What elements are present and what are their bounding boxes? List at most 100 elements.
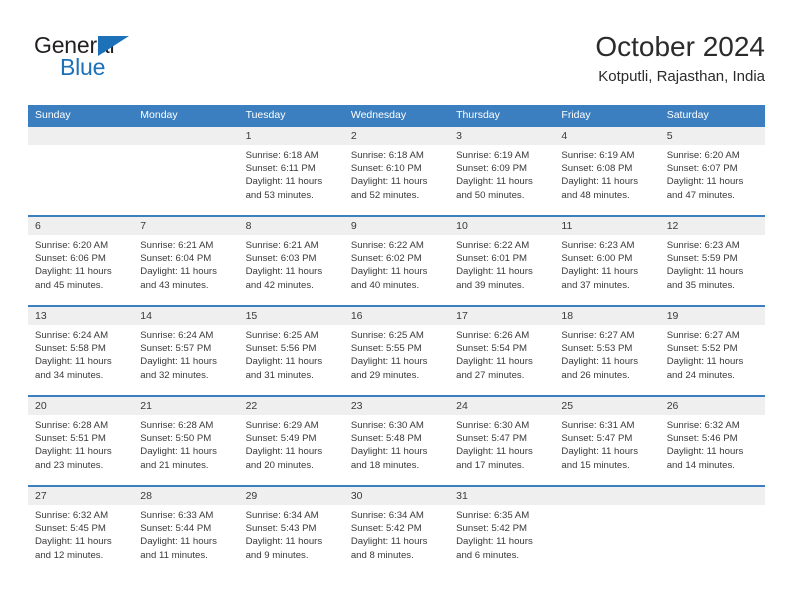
day-number[interactable]: 18 xyxy=(554,307,659,325)
day-cell[interactable]: Sunrise: 6:23 AM Sunset: 6:00 PM Dayligh… xyxy=(554,235,659,305)
day-number[interactable]: 7 xyxy=(133,217,238,235)
day-number[interactable] xyxy=(554,487,659,505)
day-cell[interactable]: Sunrise: 6:30 AM Sunset: 5:48 PM Dayligh… xyxy=(344,415,449,485)
sunrise-text: Sunrise: 6:29 AM xyxy=(245,420,319,431)
day-cell[interactable]: Sunrise: 6:33 AM Sunset: 5:44 PM Dayligh… xyxy=(133,505,238,575)
day-number[interactable] xyxy=(660,487,765,505)
day-number[interactable]: 31 xyxy=(449,487,554,505)
sunrise-text: Sunrise: 6:32 AM xyxy=(666,420,740,431)
sunset-text: Sunset: 6:07 PM xyxy=(666,163,738,175)
day-cell[interactable]: Sunrise: 6:20 AM Sunset: 6:06 PM Dayligh… xyxy=(28,235,133,305)
day-number[interactable]: 5 xyxy=(660,127,765,145)
day-number[interactable]: 22 xyxy=(239,397,344,415)
week-info-row: Sunrise: 6:32 AM Sunset: 5:45 PM Dayligh… xyxy=(28,505,765,575)
day-number[interactable]: 11 xyxy=(554,217,659,235)
day-number[interactable]: 21 xyxy=(133,397,238,415)
sunset-text: Sunset: 5:42 PM xyxy=(350,523,422,535)
day-number[interactable]: 20 xyxy=(28,397,133,415)
day-number[interactable]: 27 xyxy=(28,487,133,505)
day-cell[interactable]: Sunrise: 6:21 AM Sunset: 6:04 PM Dayligh… xyxy=(133,235,238,305)
day-cell[interactable]: Sunrise: 6:34 AM Sunset: 5:42 PM Dayligh… xyxy=(344,505,449,575)
week-daynumber-row: 6 7 8 9 10 11 12 xyxy=(28,217,765,235)
sunset-text: Sunset: 6:11 PM xyxy=(245,163,316,175)
day-number[interactable]: 15 xyxy=(239,307,344,325)
day-cell[interactable]: Sunrise: 6:25 AM Sunset: 5:56 PM Dayligh… xyxy=(239,325,344,395)
week-daynumber-row: 27 28 29 30 31 xyxy=(28,487,765,505)
day-cell[interactable]: Sunrise: 6:19 AM Sunset: 6:08 PM Dayligh… xyxy=(554,145,659,215)
day-number[interactable]: 26 xyxy=(660,397,765,415)
day-cell[interactable]: Sunrise: 6:24 AM Sunset: 5:57 PM Dayligh… xyxy=(133,325,238,395)
day-cell[interactable]: Sunrise: 6:21 AM Sunset: 6:03 PM Dayligh… xyxy=(239,235,344,305)
sunset-text: Sunset: 6:06 PM xyxy=(35,253,106,265)
day-cell[interactable]: Sunrise: 6:25 AM Sunset: 5:55 PM Dayligh… xyxy=(344,325,449,395)
sunrise-text: Sunrise: 6:18 AM xyxy=(245,150,319,161)
day-cell[interactable] xyxy=(28,145,133,215)
day-number[interactable]: 2 xyxy=(344,127,449,145)
day-number[interactable]: 13 xyxy=(28,307,133,325)
weekday-thursday: Thursday xyxy=(456,109,500,121)
day-number[interactable]: 19 xyxy=(660,307,765,325)
day-cell[interactable]: Sunrise: 6:23 AM Sunset: 5:59 PM Dayligh… xyxy=(660,235,765,305)
day-number[interactable]: 9 xyxy=(344,217,449,235)
daylight-text: Daylight: 11 hours and 27 minutes. xyxy=(456,356,533,381)
sunset-text: Sunset: 5:52 PM xyxy=(666,343,738,355)
day-number[interactable]: 1 xyxy=(239,127,344,145)
week-row: 6 7 8 9 10 11 12 Sunrise: 6:20 AM Sunset… xyxy=(28,215,765,305)
daylight-text: Daylight: 11 hours and 23 minutes. xyxy=(35,446,112,471)
day-number[interactable]: 17 xyxy=(449,307,554,325)
sunset-text: Sunset: 5:43 PM xyxy=(245,523,317,535)
day-number[interactable]: 23 xyxy=(344,397,449,415)
day-cell[interactable]: Sunrise: 6:19 AM Sunset: 6:09 PM Dayligh… xyxy=(449,145,554,215)
day-number[interactable]: 14 xyxy=(133,307,238,325)
day-cell[interactable]: Sunrise: 6:20 AM Sunset: 6:07 PM Dayligh… xyxy=(660,145,765,215)
day-number[interactable]: 10 xyxy=(449,217,554,235)
day-cell[interactable]: Sunrise: 6:28 AM Sunset: 5:50 PM Dayligh… xyxy=(133,415,238,485)
daylight-text: Daylight: 11 hours and 37 minutes. xyxy=(561,266,639,291)
week-info-row: Sunrise: 6:18 AM Sunset: 6:11 PM Dayligh… xyxy=(28,145,765,215)
day-cell[interactable]: Sunrise: 6:26 AM Sunset: 5:54 PM Dayligh… xyxy=(449,325,554,395)
day-cell[interactable]: Sunrise: 6:32 AM Sunset: 5:45 PM Dayligh… xyxy=(28,505,133,575)
day-number[interactable]: 24 xyxy=(449,397,554,415)
day-cell[interactable]: Sunrise: 6:32 AM Sunset: 5:46 PM Dayligh… xyxy=(660,415,765,485)
day-number[interactable]: 3 xyxy=(449,127,554,145)
day-number[interactable]: 30 xyxy=(344,487,449,505)
week-info-row: Sunrise: 6:20 AM Sunset: 6:06 PM Dayligh… xyxy=(28,235,765,305)
sunrise-text: Sunrise: 6:24 AM xyxy=(140,330,214,341)
day-cell[interactable]: Sunrise: 6:24 AM Sunset: 5:58 PM Dayligh… xyxy=(28,325,133,395)
day-number[interactable]: 8 xyxy=(239,217,344,235)
daylight-text: Daylight: 11 hours and 34 minutes. xyxy=(35,356,112,381)
weekday-wednesday: Wednesday xyxy=(350,109,407,121)
daylight-text: Daylight: 11 hours and 48 minutes. xyxy=(561,176,639,201)
day-cell[interactable] xyxy=(554,505,659,575)
day-cell[interactable]: Sunrise: 6:29 AM Sunset: 5:49 PM Dayligh… xyxy=(239,415,344,485)
day-cell[interactable]: Sunrise: 6:22 AM Sunset: 6:01 PM Dayligh… xyxy=(449,235,554,305)
sunrise-text: Sunrise: 6:28 AM xyxy=(140,420,214,431)
daylight-text: Daylight: 11 hours and 40 minutes. xyxy=(350,266,428,291)
day-cell[interactable]: Sunrise: 6:22 AM Sunset: 6:02 PM Dayligh… xyxy=(344,235,449,305)
day-cell[interactable] xyxy=(133,145,238,215)
sunrise-text: Sunrise: 6:23 AM xyxy=(561,240,635,251)
day-cell[interactable] xyxy=(660,505,765,575)
day-cell[interactable]: Sunrise: 6:31 AM Sunset: 5:47 PM Dayligh… xyxy=(554,415,659,485)
day-number[interactable] xyxy=(28,127,133,145)
day-number[interactable]: 12 xyxy=(660,217,765,235)
day-number[interactable]: 29 xyxy=(239,487,344,505)
day-cell[interactable]: Sunrise: 6:35 AM Sunset: 5:42 PM Dayligh… xyxy=(449,505,554,575)
day-cell[interactable]: Sunrise: 6:27 AM Sunset: 5:52 PM Dayligh… xyxy=(660,325,765,395)
day-cell[interactable]: Sunrise: 6:18 AM Sunset: 6:11 PM Dayligh… xyxy=(239,145,344,215)
general-blue-logo[interactable]: General Blue xyxy=(34,34,164,86)
day-number[interactable]: 28 xyxy=(133,487,238,505)
day-cell[interactable]: Sunrise: 6:18 AM Sunset: 6:10 PM Dayligh… xyxy=(344,145,449,215)
day-cell[interactable]: Sunrise: 6:34 AM Sunset: 5:43 PM Dayligh… xyxy=(239,505,344,575)
sunrise-text: Sunrise: 6:30 AM xyxy=(456,420,530,431)
day-number[interactable]: 25 xyxy=(554,397,659,415)
day-number[interactable]: 16 xyxy=(344,307,449,325)
day-number[interactable]: 4 xyxy=(554,127,659,145)
day-cell[interactable]: Sunrise: 6:28 AM Sunset: 5:51 PM Dayligh… xyxy=(28,415,133,485)
day-cell[interactable]: Sunrise: 6:30 AM Sunset: 5:47 PM Dayligh… xyxy=(449,415,554,485)
sunrise-text: Sunrise: 6:20 AM xyxy=(35,240,109,251)
sunset-text: Sunset: 6:10 PM xyxy=(350,163,422,175)
day-cell[interactable]: Sunrise: 6:27 AM Sunset: 5:53 PM Dayligh… xyxy=(554,325,659,395)
day-number[interactable] xyxy=(133,127,238,145)
day-number[interactable]: 6 xyxy=(28,217,133,235)
